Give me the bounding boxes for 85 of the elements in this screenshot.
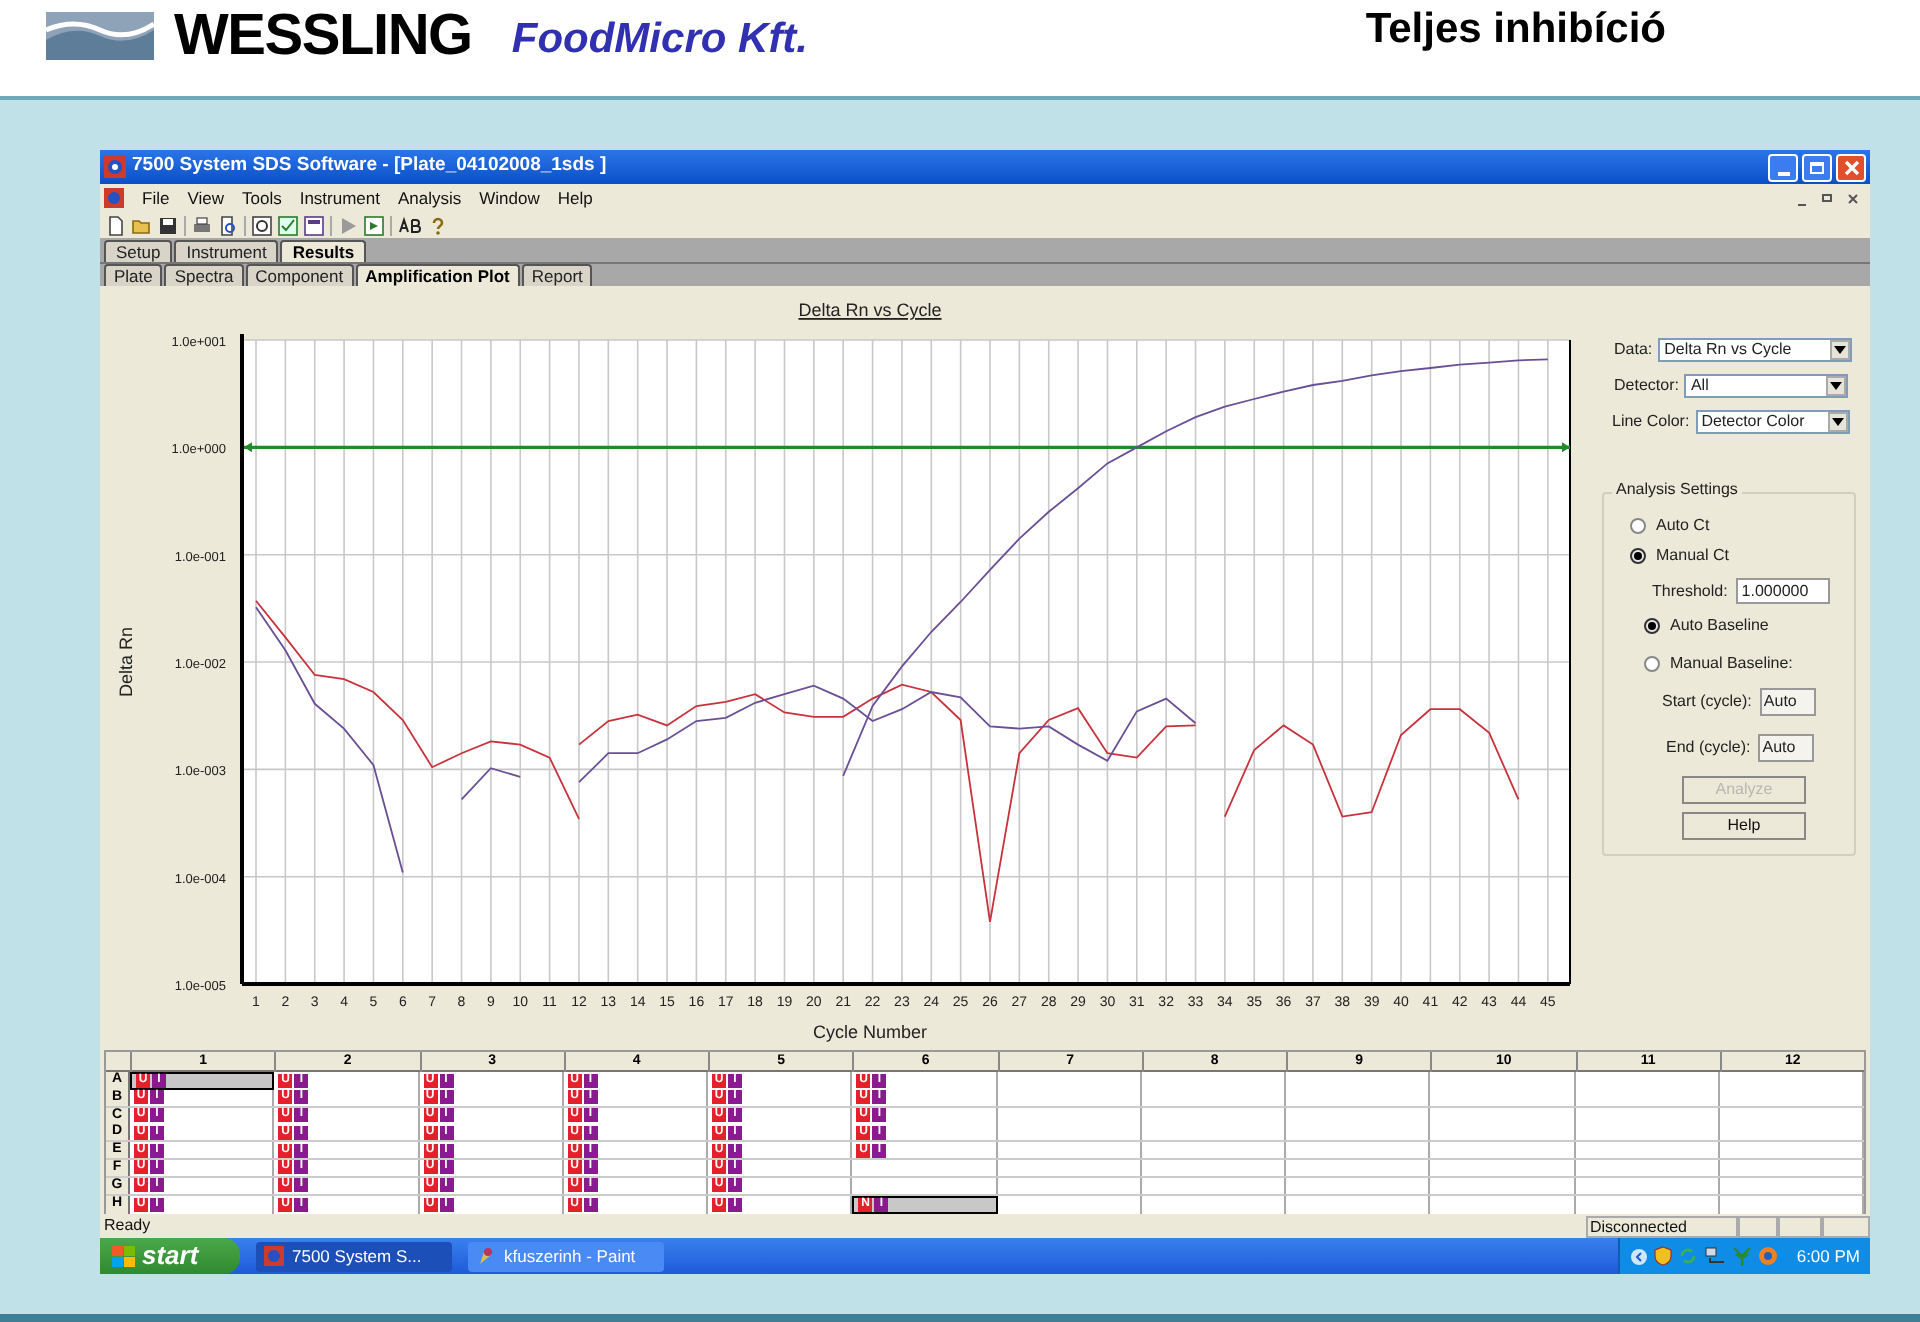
menu-item[interactable]: View <box>187 185 224 211</box>
brand-name: WESSLING <box>174 4 472 68</box>
tab[interactable]: Results <box>280 240 367 262</box>
menu-item[interactable]: Help <box>557 185 593 211</box>
media-icon[interactable] <box>1758 1246 1779 1266</box>
close-icon[interactable] <box>1836 153 1866 181</box>
tab[interactable]: Setup <box>104 240 173 262</box>
detector-dropdown[interactable]: All <box>1684 374 1849 398</box>
radio-button[interactable]: Manual Baseline: <box>1644 652 1854 674</box>
data-label: Data: <box>1614 338 1653 362</box>
start-cycle-label: Start (cycle): <box>1662 690 1752 714</box>
dropdown-arrow-icon <box>1826 376 1847 396</box>
threshold-field[interactable]: 1.000000 <box>1735 578 1830 604</box>
minimize-icon[interactable] <box>1768 153 1798 181</box>
connection-status: Disconnected <box>1586 1215 1738 1237</box>
window-title: 7500 System SDS Software - [Plate_04102008_1sds ] <box>132 152 607 181</box>
company-name: FoodMicro Kft. <box>511 14 809 66</box>
status-panel <box>1738 1215 1778 1237</box>
plate-well[interactable] <box>1575 1124 1720 1141</box>
data-dropdown[interactable]: Delta Rn vs Cycle <box>1658 338 1853 362</box>
tab[interactable]: Component <box>245 264 354 286</box>
network-icon[interactable] <box>1704 1246 1727 1266</box>
shield-icon[interactable] <box>1654 1246 1673 1266</box>
paint-icon <box>476 1246 496 1266</box>
plate-well[interactable] <box>1719 1072 1864 1090</box>
plate-well[interactable] <box>1430 1072 1575 1090</box>
status-text: Ready <box>102 1214 153 1238</box>
slide-title: Teljes inhibíció <box>1365 4 1666 56</box>
app-icon <box>104 188 124 208</box>
restore-icon[interactable] <box>1802 153 1832 181</box>
tab[interactable]: Plate <box>104 264 163 286</box>
menu-item[interactable]: Analysis <box>397 185 462 211</box>
status-panel <box>1822 1215 1870 1237</box>
x-axis-label: Cycle Number <box>813 1022 927 1042</box>
line-color-dropdown[interactable]: Detector Color <box>1695 410 1850 434</box>
logo-wave-icon <box>46 12 154 60</box>
menu-item[interactable]: Window <box>479 185 540 211</box>
radio-button[interactable]: Auto Baseline <box>1644 614 1854 636</box>
plant-icon[interactable] <box>1732 1246 1753 1266</box>
chart-title: Delta Rn vs Cycle <box>798 300 942 320</box>
window-icon[interactable] <box>304 215 324 235</box>
clock[interactable]: 6:00 PM <box>1796 1243 1860 1269</box>
save-icon[interactable] <box>158 215 178 235</box>
app-icon <box>104 156 126 178</box>
plate-well[interactable] <box>1141 1072 1286 1090</box>
restore-icon[interactable] <box>1818 189 1836 207</box>
plate-well[interactable] <box>997 1072 1142 1090</box>
threshold-label: Threshold: <box>1652 579 1728 603</box>
radio-button[interactable]: Auto Ct <box>1630 514 1854 536</box>
checklist-icon[interactable] <box>278 215 298 235</box>
end-cycle-field[interactable]: Auto <box>1758 734 1815 762</box>
detector-label: Detector: <box>1614 374 1679 398</box>
taskbar-button[interactable]: 7500 System S... <box>256 1241 452 1271</box>
analyze-icon[interactable] <box>364 215 384 235</box>
close-icon[interactable] <box>1844 189 1862 207</box>
plate-well[interactable] <box>1575 1142 1720 1159</box>
tab[interactable]: Instrument <box>174 240 279 262</box>
y-axis-label: Delta Rn <box>116 627 136 698</box>
expand-icon[interactable] <box>1630 1247 1649 1265</box>
plate-well[interactable] <box>1286 1072 1431 1090</box>
spell-check-icon[interactable] <box>398 215 422 235</box>
line-color-label: Line Color: <box>1612 410 1690 434</box>
radio-button[interactable]: Manual Ct <box>1630 544 1854 566</box>
print-icon[interactable] <box>192 215 212 235</box>
zoom-icon[interactable] <box>252 215 272 235</box>
tab[interactable]: Amplification Plot <box>355 264 520 286</box>
menu-item[interactable]: File <box>142 185 170 211</box>
windows-flag-icon <box>112 1245 136 1267</box>
dropdown-arrow-icon <box>1830 340 1851 360</box>
menu-item[interactable]: Instrument <box>299 185 380 211</box>
threshold-line[interactable] <box>244 442 1570 453</box>
status-panel <box>1778 1215 1822 1237</box>
end-cycle-label: End (cycle): <box>1666 736 1751 760</box>
dropdown-arrow-icon <box>1827 412 1848 432</box>
menu-item[interactable]: Tools <box>241 185 282 211</box>
plate-well[interactable] <box>1575 1072 1720 1090</box>
start-cycle-field[interactable]: Auto <box>1759 688 1816 716</box>
app-icon <box>264 1246 284 1266</box>
tab[interactable]: Report <box>521 264 593 286</box>
print-preview-icon[interactable] <box>218 215 238 235</box>
tab[interactable]: Spectra <box>164 264 244 286</box>
start-button[interactable]: start <box>100 1238 240 1274</box>
help-icon[interactable] <box>428 215 448 235</box>
group-title: Analysis Settings <box>1612 482 1742 498</box>
help-button[interactable]: Help <box>1682 812 1806 840</box>
